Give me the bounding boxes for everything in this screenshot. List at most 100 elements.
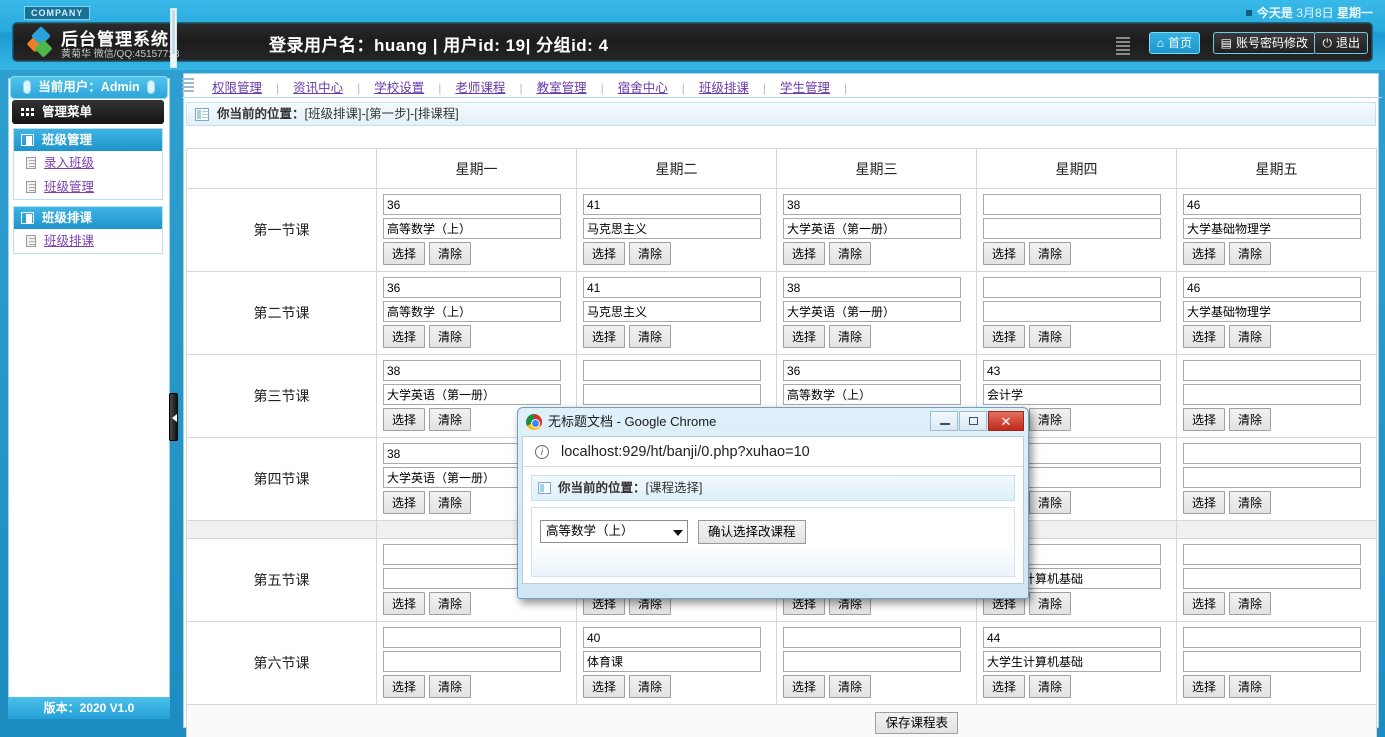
select-course-button[interactable]: 选择 xyxy=(783,675,825,698)
sidebar-item-luru-banji[interactable]: 录入班级 xyxy=(14,151,162,175)
course-name-input[interactable] xyxy=(1183,301,1361,322)
select-course-button[interactable]: 选择 xyxy=(383,325,425,348)
clear-course-button[interactable]: 清除 xyxy=(629,325,671,348)
course-name-input[interactable] xyxy=(383,301,561,322)
select-course-button[interactable]: 选择 xyxy=(383,675,425,698)
course-id-input[interactable] xyxy=(783,194,961,215)
course-name-input[interactable] xyxy=(783,301,961,322)
sidebar-item-label[interactable]: 班级排课 xyxy=(44,234,94,248)
select-course-button[interactable]: 选择 xyxy=(1183,325,1225,348)
clear-course-button[interactable]: 清除 xyxy=(829,325,871,348)
clear-course-button[interactable]: 清除 xyxy=(629,242,671,265)
select-course-button[interactable]: 选择 xyxy=(1183,491,1225,514)
popup-url-bar[interactable]: i localhost:929/ht/banji/0.php?xuhao=10 xyxy=(523,437,1023,467)
clear-course-button[interactable]: 清除 xyxy=(1229,592,1271,615)
select-course-button[interactable]: 选择 xyxy=(1183,408,1225,431)
clear-course-button[interactable]: 清除 xyxy=(1029,491,1071,514)
menu-hamburger-icon[interactable] xyxy=(1116,37,1130,49)
course-name-input[interactable] xyxy=(783,218,961,239)
course-name-input[interactable] xyxy=(1183,568,1361,589)
clear-course-button[interactable]: 清除 xyxy=(1029,242,1071,265)
clear-course-button[interactable]: 清除 xyxy=(1229,408,1271,431)
sidebar-scrollbar[interactable] xyxy=(170,8,177,68)
info-icon[interactable]: i xyxy=(535,445,549,459)
course-name-input[interactable] xyxy=(983,384,1161,405)
clear-course-button[interactable]: 清除 xyxy=(429,242,471,265)
course-id-input[interactable] xyxy=(1183,627,1361,648)
select-course-button[interactable]: 选择 xyxy=(983,242,1025,265)
clear-course-button[interactable]: 清除 xyxy=(1229,242,1271,265)
select-course-button[interactable]: 选择 xyxy=(783,242,825,265)
course-select-dropdown[interactable]: 高等数学（上） xyxy=(540,520,688,543)
course-id-input[interactable] xyxy=(583,627,761,648)
clear-course-button[interactable]: 清除 xyxy=(829,675,871,698)
clear-course-button[interactable]: 清除 xyxy=(1029,592,1071,615)
course-name-input[interactable] xyxy=(983,651,1161,672)
course-id-input[interactable] xyxy=(983,627,1161,648)
tab-link[interactable]: 学校设置 xyxy=(360,77,438,96)
course-name-input[interactable] xyxy=(983,301,1161,322)
sidebar-group-header[interactable]: 班级排课 xyxy=(14,207,162,229)
course-name-input[interactable] xyxy=(1183,384,1361,405)
clear-course-button[interactable]: 清除 xyxy=(1229,675,1271,698)
select-course-button[interactable]: 选择 xyxy=(1183,592,1225,615)
tab-link[interactable]: 班级排课 xyxy=(685,77,763,96)
change-password-button[interactable]: ▤账号密码修改 xyxy=(1213,32,1316,54)
course-name-input[interactable] xyxy=(983,218,1161,239)
save-schedule-button[interactable]: 保存课程表 xyxy=(875,712,958,734)
select-course-button[interactable]: 选择 xyxy=(583,325,625,348)
course-id-input[interactable] xyxy=(783,360,961,381)
select-course-button[interactable]: 选择 xyxy=(1183,675,1225,698)
course-name-input[interactable] xyxy=(783,651,961,672)
select-course-button[interactable]: 选择 xyxy=(583,675,625,698)
tab-link[interactable]: 教室管理 xyxy=(523,77,601,96)
clear-course-button[interactable]: 清除 xyxy=(829,242,871,265)
clear-course-button[interactable]: 清除 xyxy=(1229,325,1271,348)
course-name-input[interactable] xyxy=(583,218,761,239)
clear-course-button[interactable]: 清除 xyxy=(1029,408,1071,431)
confirm-course-button[interactable]: 确认选择改课程 xyxy=(698,520,806,544)
sidebar-group-header[interactable]: 班级管理 xyxy=(14,129,162,151)
course-id-input[interactable] xyxy=(583,360,761,381)
course-id-input[interactable] xyxy=(1183,544,1361,565)
select-course-button[interactable]: 选择 xyxy=(383,242,425,265)
clear-course-button[interactable]: 清除 xyxy=(429,675,471,698)
clear-course-button[interactable]: 清除 xyxy=(429,408,471,431)
select-course-button[interactable]: 选择 xyxy=(983,325,1025,348)
course-id-input[interactable] xyxy=(1183,360,1361,381)
course-name-input[interactable] xyxy=(1183,218,1361,239)
maximize-button[interactable] xyxy=(959,411,987,431)
course-name-input[interactable] xyxy=(383,651,561,672)
select-course-button[interactable]: 选择 xyxy=(1183,242,1225,265)
course-id-input[interactable] xyxy=(383,627,561,648)
course-id-input[interactable] xyxy=(983,194,1161,215)
course-id-input[interactable] xyxy=(583,194,761,215)
course-id-input[interactable] xyxy=(383,194,561,215)
course-name-input[interactable] xyxy=(783,384,961,405)
clear-course-button[interactable]: 清除 xyxy=(429,491,471,514)
tab-link[interactable]: 资讯中心 xyxy=(279,77,357,96)
course-id-input[interactable] xyxy=(783,277,961,298)
course-name-input[interactable] xyxy=(383,218,561,239)
home-button[interactable]: ⌂首页 xyxy=(1149,32,1200,54)
course-id-input[interactable] xyxy=(1183,277,1361,298)
clear-course-button[interactable]: 清除 xyxy=(429,325,471,348)
course-id-input[interactable] xyxy=(983,277,1161,298)
select-course-button[interactable]: 选择 xyxy=(783,325,825,348)
select-course-button[interactable]: 选择 xyxy=(383,491,425,514)
course-id-input[interactable] xyxy=(1183,443,1361,464)
sidebar-collapse-handle[interactable] xyxy=(169,393,178,441)
tab-link[interactable]: 老师课程 xyxy=(441,77,519,96)
tab-link[interactable]: 宿舍中心 xyxy=(604,77,682,96)
course-id-input[interactable] xyxy=(983,360,1161,381)
logout-button[interactable]: ⏻退出 xyxy=(1314,32,1368,54)
sidebar-item-banji-guanli[interactable]: 班级管理 xyxy=(14,175,162,199)
tab-link[interactable]: 学生管理 xyxy=(766,77,844,96)
course-name-input[interactable] xyxy=(583,651,761,672)
course-name-input[interactable] xyxy=(583,301,761,322)
course-id-input[interactable] xyxy=(783,627,961,648)
course-id-input[interactable] xyxy=(583,277,761,298)
course-name-input[interactable] xyxy=(583,384,761,405)
course-id-input[interactable] xyxy=(383,360,561,381)
clear-course-button[interactable]: 清除 xyxy=(1229,491,1271,514)
